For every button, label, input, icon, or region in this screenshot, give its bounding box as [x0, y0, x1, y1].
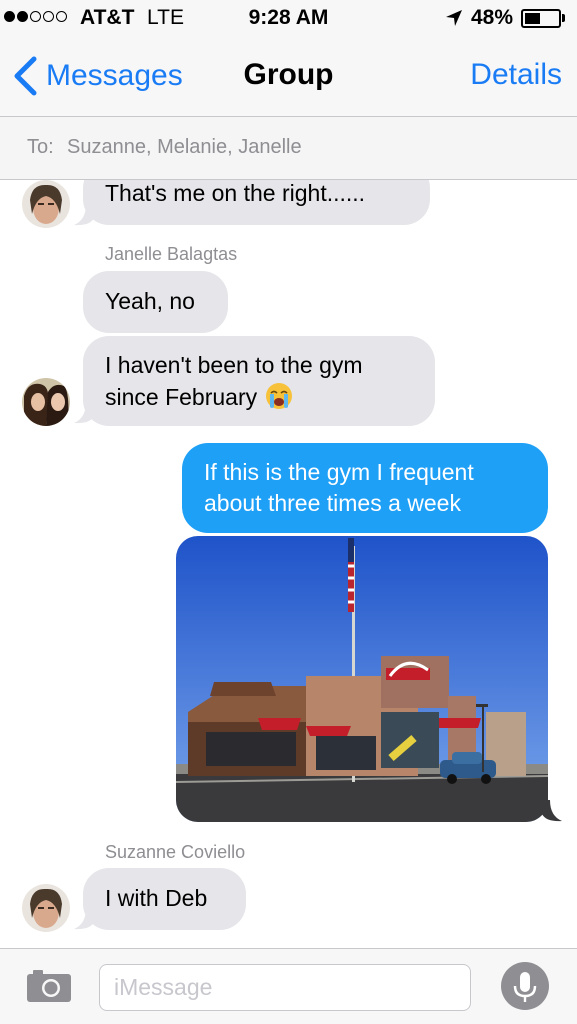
- avatar-suzanne[interactable]: [22, 884, 70, 932]
- battery-icon: [521, 9, 561, 28]
- message-bubble-incoming[interactable]: That's me on the right......: [83, 180, 430, 225]
- sender-name: Janelle Balagtas: [105, 244, 238, 264]
- message-text-line: since February: [105, 381, 413, 413]
- battery-tip: [562, 14, 565, 22]
- avatar-suzanne[interactable]: [22, 180, 70, 228]
- message-input-bar: [0, 948, 577, 1024]
- location-arrow-icon: [446, 10, 462, 26]
- battery-percent: 48%: [471, 6, 514, 29]
- message-text: Yeah, no: [105, 288, 195, 314]
- microphone-button[interactable]: [501, 962, 549, 1010]
- avatar-janelle[interactable]: [22, 378, 70, 426]
- message-bubble-outgoing[interactable]: If this is the gym I frequent about thre…: [182, 443, 548, 533]
- message-text: That's me on the right......: [105, 180, 366, 206]
- imessage-input[interactable]: [99, 964, 471, 1011]
- status-bar: AT&T LTE 9:28 AM 48%: [0, 0, 577, 38]
- photo-message[interactable]: [176, 536, 548, 822]
- details-button[interactable]: Details: [470, 58, 562, 92]
- sender-name: Suzanne Coviello: [105, 842, 246, 862]
- message-bubble-incoming[interactable]: I haven't been to the gym since February: [83, 336, 435, 426]
- person-avatar-icon: [22, 884, 70, 932]
- photo-fast-food-restaurant: [176, 536, 548, 822]
- camera-icon[interactable]: [25, 966, 73, 1004]
- bubble-tail: [542, 800, 562, 822]
- recipients-bar[interactable]: To: Suzanne, Melanie, Janelle: [0, 116, 577, 180]
- message-text-line: If this is the gym I frequent: [204, 459, 474, 485]
- message-thread[interactable]: That's me on the right...... Janelle Bal…: [0, 180, 577, 948]
- microphone-icon: [513, 972, 537, 1002]
- message-bubble-incoming[interactable]: I with Deb: [83, 868, 246, 930]
- message-text-line: I haven't been to the gym: [105, 352, 363, 378]
- message-text: since February: [105, 384, 258, 410]
- message-bubble-incoming[interactable]: Yeah, no: [83, 271, 228, 333]
- person-avatar-icon: [22, 180, 70, 228]
- crying-face-icon: [265, 383, 292, 409]
- to-label: To:: [27, 136, 54, 158]
- navigation-bar: Messages Group Details: [0, 38, 577, 116]
- person-avatar-icon: [22, 378, 70, 426]
- message-text-line: about three times a week: [204, 490, 461, 516]
- battery-level-fill: [525, 13, 540, 24]
- recipient-list: Suzanne, Melanie, Janelle: [67, 136, 302, 158]
- message-text: I with Deb: [105, 885, 208, 911]
